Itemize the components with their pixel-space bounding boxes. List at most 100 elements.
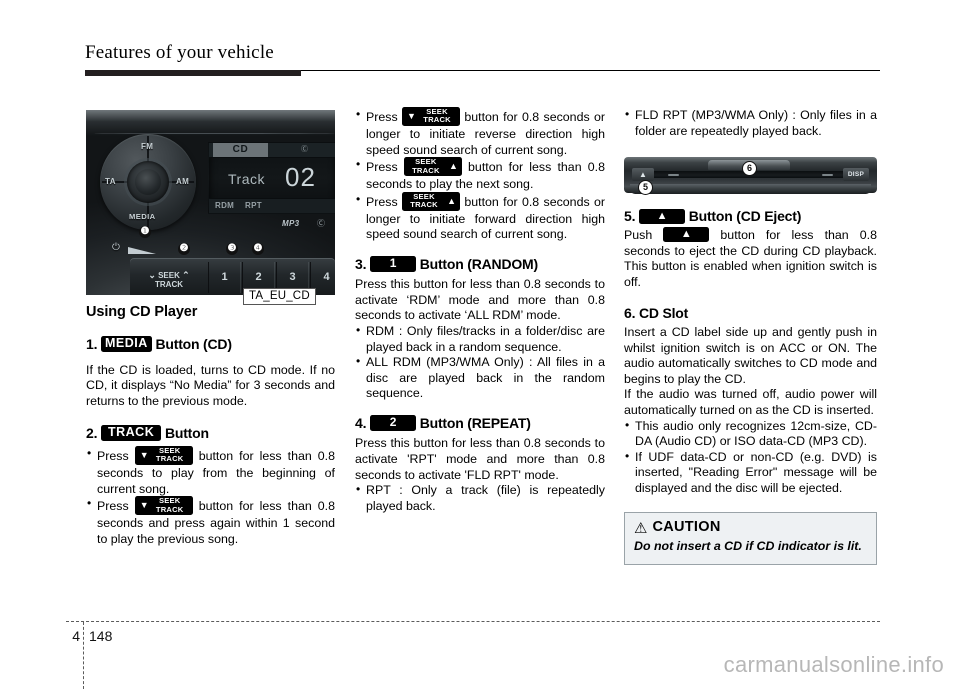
seek-track-down-keycap: ▼ SEEK TRACK (134, 496, 193, 516)
media-keycap: MEDIA (100, 335, 152, 352)
display-flag-rpt: RPT (245, 201, 262, 210)
middle-column: Press ▼ SEEK TRACK button for 0.8 second… (355, 107, 605, 514)
callout-marker-2: ❷ (178, 243, 190, 255)
chevron-up-icon: ⌃ (182, 270, 190, 280)
dial-knob (127, 161, 169, 203)
bullet-pre-text: Press (366, 194, 398, 209)
disc-icon: Ⓒ (301, 146, 308, 153)
seek-track-pad[interactable]: ⌄ SEEK ⌃ TRACK (136, 262, 202, 293)
dial-label-ta: TA (105, 177, 116, 186)
disp-button-on-panel[interactable]: DISP (843, 168, 869, 182)
footer-divider (66, 621, 880, 622)
list-item: ALL RDM (MP3/WMA Only) : All files in a … (355, 354, 605, 402)
heading-item-5: 5. ▲ Button (CD Eject) (624, 208, 877, 225)
dial-label-fm: FM (141, 142, 154, 151)
list-item: Press SEEK TRACK ▲ button for 0.8 second… (355, 192, 605, 243)
warning-triangle-icon: ⚠ (634, 519, 648, 537)
item-6-paragraph-1: Insert a CD label side up and gently pus… (624, 324, 877, 386)
display-flag-rdm: RDM (215, 201, 235, 210)
right-top-bullet-list: FLD RPT (MP3/WMA Only) : Only files in a… (624, 107, 877, 139)
footer-vertical-divider (83, 622, 84, 689)
caution-box: ⚠ CAUTION Do not insert a CD if CD indic… (624, 512, 877, 565)
header-rule (85, 66, 880, 76)
eject-triangle-icon: ▲ (680, 228, 692, 241)
heading-item-3: 3. 1 Button (RANDOM) (355, 255, 605, 273)
header-rule-thick (85, 70, 301, 76)
preset-1-keycap: 1 (369, 256, 416, 273)
panel-dash-left (668, 174, 679, 177)
panel-dash-right (822, 174, 833, 177)
bullet-post-text: button for less than 0.8 seconds and pre… (97, 498, 335, 546)
arrow-up-icon: ▲ (447, 195, 457, 206)
cd-slot-lower-lip (630, 184, 871, 195)
page-title: Features of your vehicle (85, 42, 274, 63)
display-bottom-bar: RDM RPT (209, 198, 335, 213)
item-2-bullet-list: Press ▼ SEEK TRACK button for less than … (86, 445, 335, 547)
list-item: Press ▼ SEEK TRACK button for 0.8 second… (355, 107, 605, 158)
item-3-bullet-list: RDM : Only files/tracks in a folder/disc… (355, 323, 605, 402)
item-3-heading-tail: Button (RANDOM) (419, 255, 539, 272)
bullet-post-text: button for less than 0.8 seconds to play… (366, 159, 605, 192)
display-track-number: 02 (285, 162, 316, 192)
list-item: This audio only recognizes 12cm-size, CD… (624, 418, 877, 450)
figure-caption: TA_EU_CD (243, 288, 316, 305)
list-item: Press SEEK TRACK ▲ button for less than … (355, 157, 605, 193)
seek-keycap-lines: SEEK TRACK (150, 496, 190, 514)
item-1-body: If the CD is loaded, turns to CD mode. I… (86, 362, 335, 409)
seek-track-down-keycap: ▼ SEEK TRACK (134, 445, 193, 465)
mp3-logo: MP3 (282, 219, 300, 228)
seek-keycap-lines: SEEK TRACK (406, 157, 446, 175)
callout-marker-1: ❶ (139, 226, 151, 238)
item-3-body: Press this button for less than 0.8 seco… (355, 277, 605, 323)
seek-track-down-keycap: ▼ SEEK TRACK (402, 107, 461, 126)
item-6-paragraph-2: If the audio was turned off, audio power… (624, 387, 877, 417)
item-5-heading-tail: Button (CD Eject) (688, 208, 802, 225)
dial-knob-core (135, 169, 161, 195)
list-item: Press ▼ SEEK TRACK button for less than … (86, 496, 335, 547)
item-5-number: 5. (624, 208, 636, 225)
item-5-body-pre: Push (624, 227, 653, 242)
seek-pad-line1: SEEK (158, 271, 180, 280)
item-5-body-post: button for less than 0.8 seconds to ejec… (624, 227, 877, 289)
page-header: Features of your vehicle (85, 42, 880, 76)
seek-line-2: TRACK (423, 115, 451, 125)
radio-head-unit-figure: FM TA AM MEDIA ⏻ ❶ CD Ⓒ Track 02 RDM RPT… (86, 110, 335, 295)
item-2-number: 2. (86, 424, 98, 441)
rotary-dial: FM TA AM MEDIA (100, 134, 196, 230)
preset-button-1[interactable]: 1 (208, 262, 240, 293)
cd-slot-figure: ▲ DISP 5 6 (624, 153, 877, 198)
chevron-down-icon: ⌄ (148, 270, 156, 280)
section-heading-using-cd-player: Using CD Player (86, 304, 198, 320)
footer-chapter-number: 4 (72, 628, 80, 644)
item-6-bullet-list: This audio only recognizes 12cm-size, CD… (624, 418, 877, 497)
seek-keycap-lines: SEEK TRACK (150, 446, 190, 464)
item-4-number: 4. (355, 415, 367, 432)
seek-keycap-lines: SEEK TRACK (417, 107, 457, 125)
dial-label-am: AM (176, 177, 190, 186)
bullet-pre-text: Press (366, 109, 398, 124)
seek-line-2: TRACK (155, 504, 184, 514)
item-2-heading-tail: Button (164, 424, 209, 441)
dial-label-media: MEDIA (129, 212, 156, 221)
display-source-label: CD (232, 144, 249, 155)
callout-marker-4: ❹ (252, 243, 264, 255)
bullet-pre-text: Press (366, 159, 398, 174)
seek-track-up-keycap: SEEK TRACK ▲ (403, 157, 462, 177)
list-item: Press ▼ SEEK TRACK button for less than … (86, 445, 335, 497)
callout-marker-3: ❸ (226, 243, 238, 255)
display-top-bar: CD Ⓒ (209, 143, 335, 158)
item-1-heading-tail: Button (CD) (155, 335, 232, 352)
middle-top-bullet-list: Press ▼ SEEK TRACK button for 0.8 second… (355, 107, 605, 243)
radio-display-screen: CD Ⓒ Track 02 RDM RPT (208, 142, 335, 214)
bullet-pre-text: Press (97, 448, 129, 463)
arrow-down-icon: ▼ (139, 449, 149, 460)
item-4-body: Press this button for less than 0.8 seco… (355, 436, 605, 482)
radio-top-seam (94, 133, 335, 134)
footer-page-number: 148 (89, 628, 113, 644)
eject-triangle-icon: ▲ (656, 209, 668, 222)
heading-item-6: 6. CD Slot (624, 305, 689, 322)
site-watermark: carmanualsonline.info (723, 652, 944, 677)
caution-text: Do not insert a CD if CD indicator is li… (634, 539, 862, 554)
bullet-post-text: button for less than 0.8 seconds to play… (97, 448, 335, 496)
item-1-number: 1. (86, 335, 98, 352)
